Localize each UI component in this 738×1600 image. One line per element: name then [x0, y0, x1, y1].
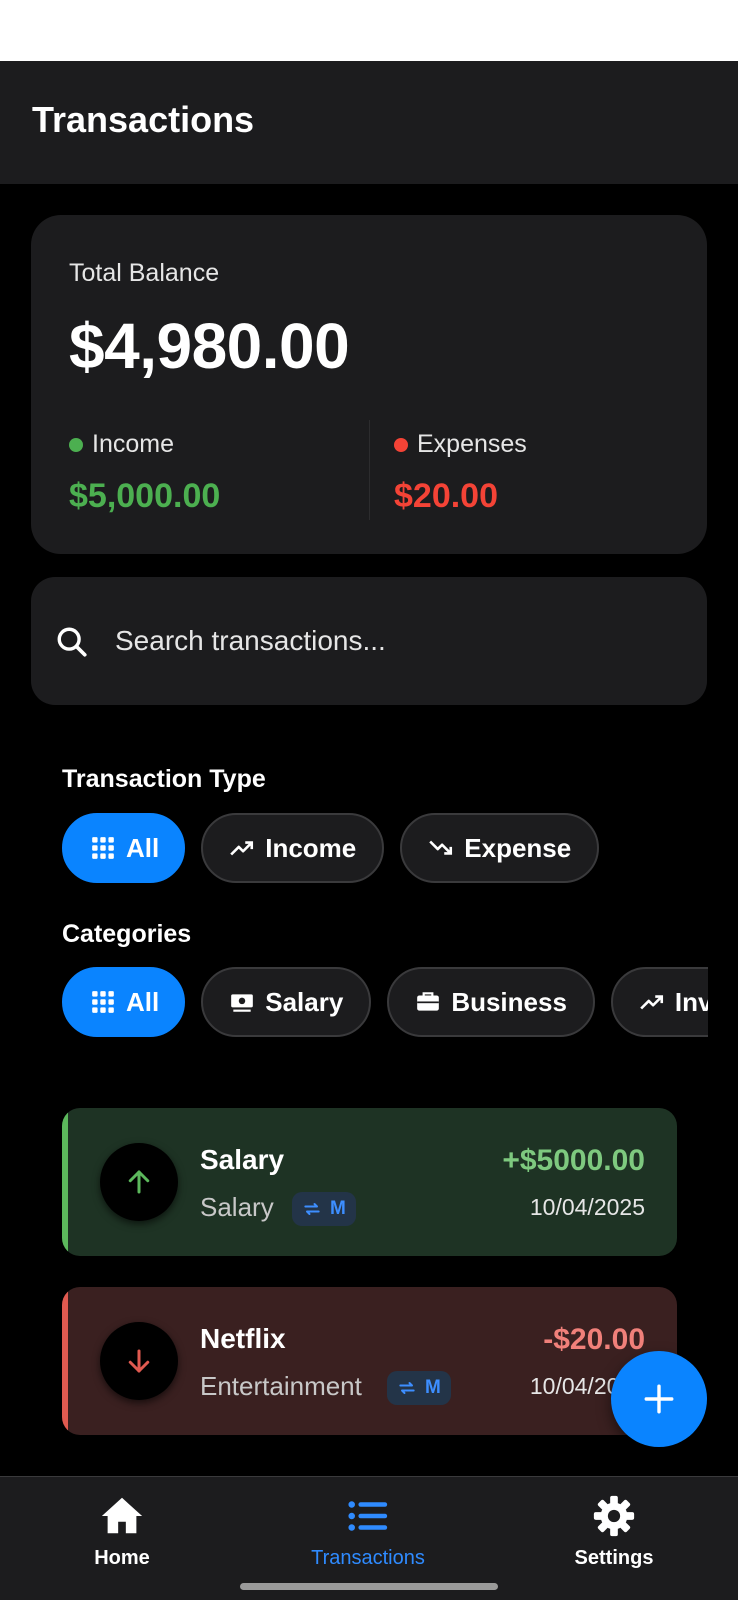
- nav-settings-label: Settings: [574, 1547, 654, 1569]
- stat-divider: [369, 420, 370, 520]
- category-chip-all-label: All: [126, 986, 160, 1017]
- income-stat-label: Income: [69, 430, 174, 459]
- category-chip-investment[interactable]: Inv: [610, 967, 708, 1037]
- list-icon: [345, 1493, 391, 1539]
- money-icon: [231, 994, 254, 1012]
- categories-title: Categories: [62, 920, 192, 948]
- transaction-card[interactable]: Netflix Entertainment M -$20.00 10/04/20…: [62, 1287, 677, 1435]
- grid-icon: [92, 837, 114, 859]
- repeat-icon: [399, 1382, 415, 1394]
- transaction-avatar: [100, 1143, 178, 1221]
- income-dot-icon: [69, 437, 83, 452]
- category-chip-business-label: Business: [451, 986, 567, 1017]
- nav-home[interactable]: Home: [22, 1477, 222, 1577]
- nav-transactions[interactable]: Transactions: [268, 1477, 468, 1577]
- transaction-category: Salary: [200, 1192, 274, 1222]
- expenses-stat-label: Expenses: [394, 430, 527, 459]
- expenses-dot-icon: [394, 437, 408, 452]
- recurring-badge-label: M: [425, 1377, 441, 1398]
- balance-card: Total Balance $4,980.00 Income $5,000.00…: [31, 215, 707, 554]
- type-chip-all[interactable]: All: [62, 813, 186, 883]
- total-balance-label: Total Balance: [69, 259, 220, 287]
- add-transaction-button[interactable]: [611, 1351, 707, 1447]
- transaction-card[interactable]: Salary Salary M +$5000.00 10/04/2025: [62, 1108, 677, 1256]
- nav-transactions-label: Transactions: [311, 1547, 425, 1569]
- status-bar-area: [0, 0, 738, 61]
- trending-up-icon: [640, 995, 663, 1010]
- transaction-amount: -$20.00: [543, 1323, 645, 1356]
- expenses-value: $20.00: [394, 477, 498, 515]
- bottom-navigation: Home Transactions Settings: [0, 1476, 738, 1600]
- type-chip-income[interactable]: Income: [201, 813, 385, 883]
- transaction-title: Salary: [200, 1144, 285, 1175]
- transaction-date: 10/04/2025: [529, 1194, 645, 1220]
- plus-icon: [644, 1384, 674, 1414]
- transaction-type-chips: All Income Expense: [62, 813, 600, 883]
- grid-icon: [92, 991, 114, 1013]
- recurring-badge: M: [292, 1192, 356, 1226]
- category-chip-investment-label: Inv: [674, 986, 708, 1017]
- category-chip-salary-label: Salary: [265, 986, 344, 1017]
- home-indicator: [240, 1583, 498, 1590]
- recurring-badge-label: M: [330, 1198, 346, 1219]
- page-title: Transactions: [32, 99, 255, 140]
- briefcase-icon: [417, 992, 440, 1011]
- search-icon: [57, 627, 87, 657]
- transaction-avatar: [100, 1322, 178, 1400]
- transaction-accent-bar: [62, 1108, 68, 1256]
- transaction-title: Netflix: [200, 1323, 286, 1354]
- transaction-type-title: Transaction Type: [62, 765, 266, 793]
- recurring-badge: M: [387, 1371, 451, 1405]
- transaction-category: Entertainment: [200, 1371, 362, 1401]
- search-bar[interactable]: [31, 577, 707, 705]
- transaction-amount: +$5000.00: [502, 1144, 645, 1177]
- category-chips[interactable]: All Salary Business Inv: [62, 967, 708, 1037]
- expenses-label: Expenses: [417, 430, 527, 458]
- type-chip-expense[interactable]: Expense: [400, 813, 600, 883]
- arrow-down-icon: [128, 1349, 150, 1373]
- arrow-up-icon: [128, 1170, 150, 1194]
- income-value: $5,000.00: [69, 477, 221, 515]
- transaction-accent-bar: [62, 1287, 68, 1435]
- type-chip-all-label: All: [126, 832, 160, 863]
- category-chip-all[interactable]: All: [62, 967, 186, 1037]
- trending-up-icon: [230, 841, 254, 856]
- app-bar: Transactions: [0, 61, 738, 184]
- repeat-icon: [304, 1203, 320, 1215]
- income-label: Income: [92, 430, 174, 458]
- nav-settings[interactable]: Settings: [514, 1477, 714, 1577]
- type-chip-income-label: Income: [265, 832, 357, 863]
- type-chip-expense-label: Expense: [464, 832, 572, 863]
- nav-home-label: Home: [94, 1547, 150, 1569]
- gear-icon: [591, 1493, 637, 1539]
- trending-down-icon: [429, 840, 453, 855]
- category-chip-salary[interactable]: Salary: [201, 967, 372, 1037]
- home-icon: [99, 1493, 145, 1539]
- category-chip-business[interactable]: Business: [387, 967, 595, 1037]
- total-balance-amount: $4,980.00: [69, 310, 350, 382]
- search-input[interactable]: [115, 615, 675, 667]
